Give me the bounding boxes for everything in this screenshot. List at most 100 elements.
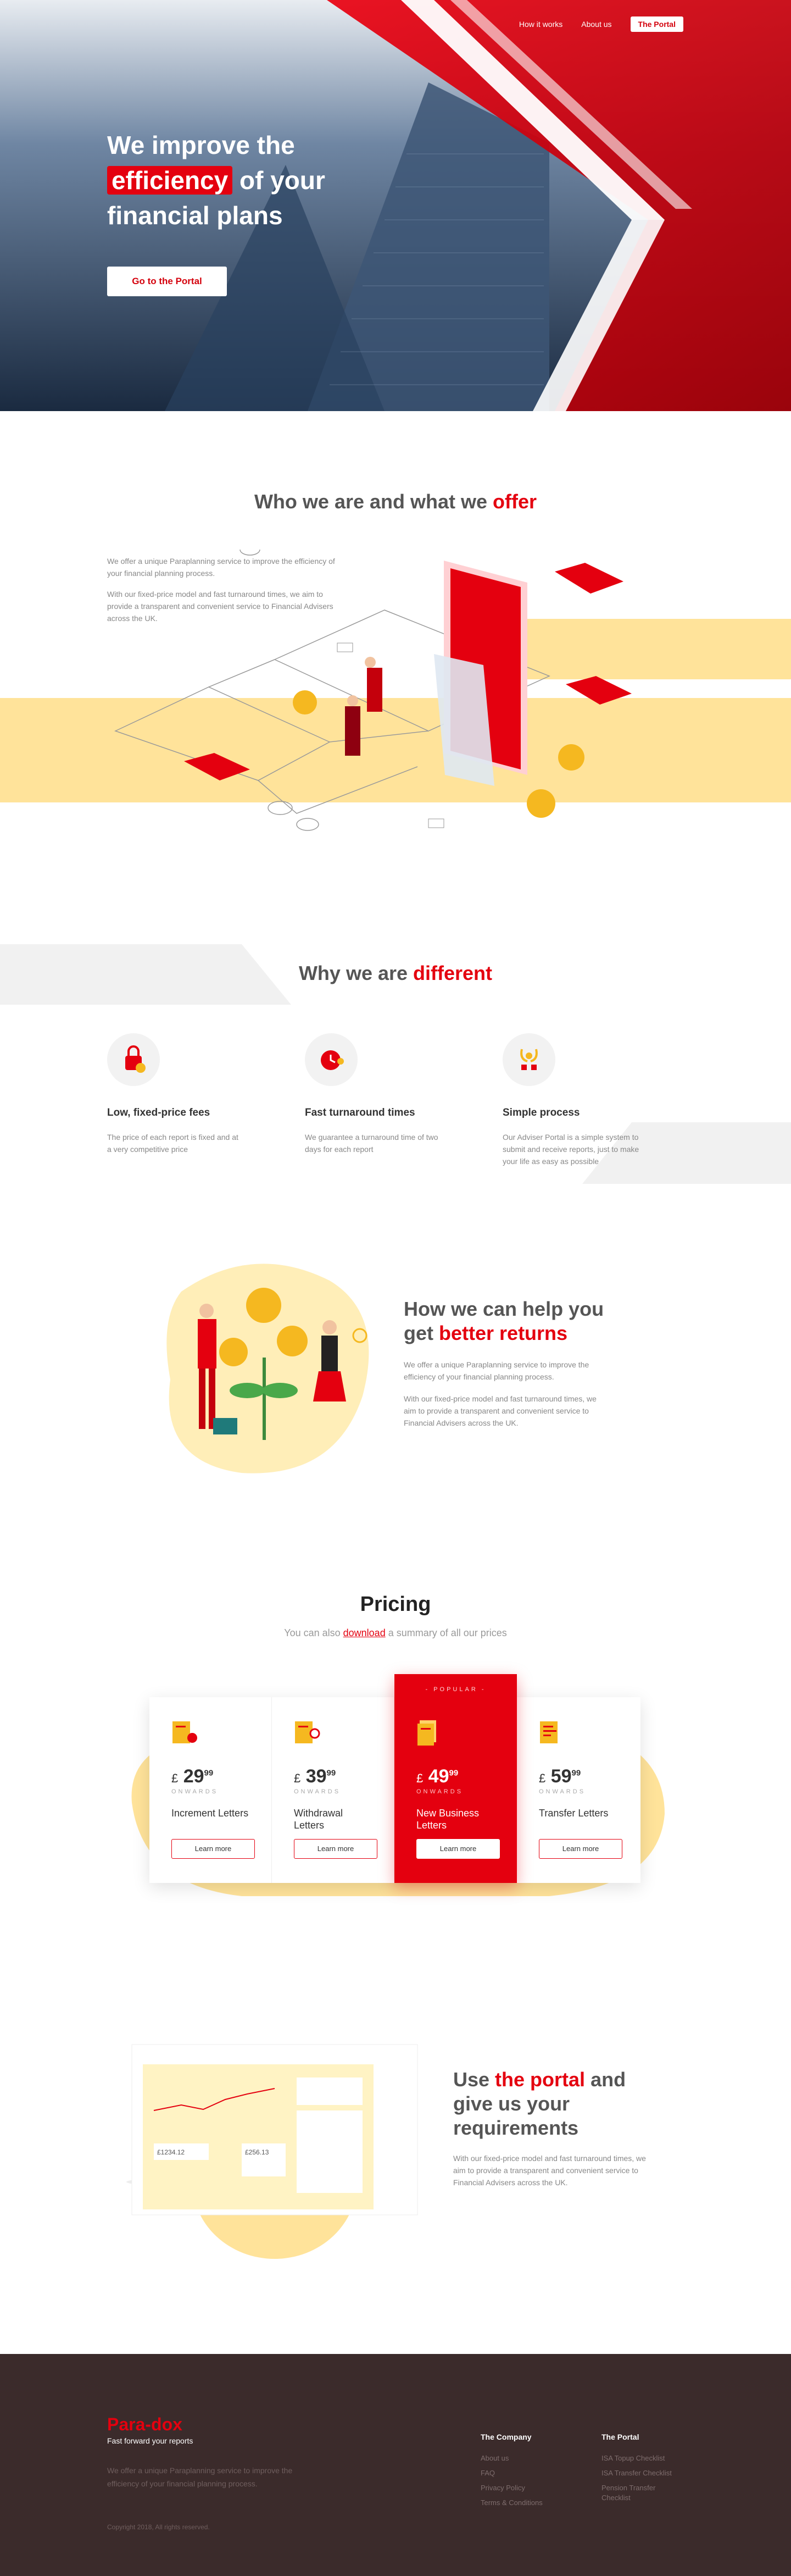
- onwards-label: ONWARDS: [416, 1788, 464, 1795]
- hero-title: We improve the efficiency of your financ…: [107, 128, 325, 233]
- letter-icon: [540, 1721, 558, 1743]
- help-text: How we can help you get better returns W…: [404, 1297, 607, 1439]
- price-cents: 99: [326, 1768, 336, 1778]
- plan-card-transfer: £ 5999 ONWARDS Transfer Letters Learn mo…: [517, 1697, 639, 1883]
- footer-tagline: Fast forward your reports: [107, 2436, 193, 2445]
- plan-card-increment: £ 2999 ONWARDS Increment Letters Learn m…: [149, 1697, 272, 1883]
- price-value: 39: [305, 1766, 327, 1787]
- footer-link-privacy[interactable]: Privacy Policy: [481, 2483, 569, 2493]
- letter-icon: [295, 1721, 320, 1743]
- price-cents: 99: [204, 1768, 214, 1778]
- footer-company-title: The Company: [481, 2433, 532, 2441]
- currency: £: [171, 1771, 179, 1785]
- pricing-title: Pricing: [360, 1593, 431, 1616]
- footer-link-terms[interactable]: Terms & Conditions: [481, 2498, 569, 2508]
- pricing-sub-after: a summary of all our prices: [385, 1627, 507, 1638]
- plan-card-new-business: - POPULAR - £ 4999 ONWARDS New Business …: [394, 1674, 517, 1883]
- footer: Para-dox Fast forward your reports We of…: [0, 2354, 791, 2576]
- dashboard-value-2: £256.13: [245, 2148, 269, 2156]
- different-title-plain: Why we are: [298, 962, 414, 984]
- footer-link-about[interactable]: About us: [481, 2453, 569, 2463]
- top-nav: How it works About us The Portal: [519, 16, 683, 32]
- footer-link-pension-transfer[interactable]: Pension Transfer Checklist: [601, 2483, 678, 2503]
- pricing-subtitle: You can also download a summary of all o…: [0, 1627, 791, 1639]
- learn-more-button[interactable]: Learn more: [539, 1839, 622, 1859]
- currency: £: [539, 1771, 546, 1785]
- feature-title: Low, fixed-price fees: [107, 1107, 210, 1118]
- page: How it works About us The Portal We impr…: [0, 0, 791, 2576]
- copyright: Copyright 2018, All rights reserved.: [107, 2523, 210, 2531]
- who-illustration: [0, 550, 791, 831]
- plan-name: New Business Letters: [416, 1808, 480, 1831]
- price-value: 49: [428, 1766, 449, 1787]
- nav-about-us[interactable]: About us: [581, 20, 611, 29]
- feature-card-turnaround: Fast turnaround times We guarantee a tur…: [305, 1033, 442, 1155]
- who-title-plain: Who we are and what we: [254, 490, 493, 513]
- footer-link-faq[interactable]: FAQ: [481, 2468, 569, 2478]
- footer-portal-column: The Portal ISA Topup Checklist ISA Trans…: [601, 2433, 678, 2508]
- hero-title-highlight: efficiency: [107, 166, 233, 195]
- plan-name: Withdrawal Letters: [294, 1808, 343, 1831]
- price-cents: 99: [449, 1768, 459, 1778]
- pricing-sub-before: You can also: [284, 1627, 343, 1638]
- different-title-red: different: [413, 962, 493, 984]
- learn-more-button[interactable]: Learn more: [171, 1839, 255, 1859]
- feature-text: We guarantee a turnaround time of two da…: [305, 1133, 438, 1154]
- price-cents: 99: [571, 1768, 581, 1778]
- footer-company-column: The Company About us FAQ Privacy Policy …: [481, 2433, 569, 2513]
- letter-icon: [417, 1720, 436, 1746]
- footer-description: We offer a unique Paraplanning service t…: [107, 2466, 293, 2488]
- letter-icon: [172, 1721, 197, 1743]
- hero-title-line1: We improve the: [107, 131, 295, 159]
- currency: £: [294, 1771, 301, 1785]
- currency: £: [416, 1771, 424, 1785]
- onwards-label: ONWARDS: [294, 1788, 341, 1795]
- download-link[interactable]: download: [343, 1627, 386, 1638]
- portal-title: Use the portal and give us your requirem…: [453, 2068, 651, 2140]
- hero-section: How it works About us The Portal We impr…: [0, 0, 791, 411]
- help-title-red: better returns: [439, 1322, 568, 1344]
- portal-title-red: the portal: [495, 2068, 586, 2091]
- feature-text: The price of each report is fixed and at…: [107, 1133, 238, 1154]
- portal-text: Use the portal and give us your requirem…: [453, 2068, 651, 2189]
- yellow-band-top: [483, 619, 791, 679]
- footer-link-isa-topup[interactable]: ISA Topup Checklist: [601, 2453, 678, 2463]
- plan-card-withdrawal: £ 3999 ONWARDS Withdrawal Letters Learn …: [272, 1697, 394, 1883]
- feature-title: Fast turnaround times: [305, 1107, 415, 1118]
- who-title: Who we are and what we offer: [0, 490, 791, 513]
- footer-portal-title: The Portal: [601, 2433, 639, 2441]
- go-to-portal-button[interactable]: Go to the Portal: [107, 267, 227, 296]
- onwards-label: ONWARDS: [539, 1788, 586, 1795]
- learn-more-button[interactable]: Learn more: [416, 1839, 500, 1859]
- who-title-red: offer: [493, 490, 537, 513]
- nav-how-it-works[interactable]: How it works: [519, 20, 562, 29]
- help-illustration: [166, 1264, 369, 1473]
- onwards-label: ONWARDS: [171, 1788, 219, 1795]
- different-title: Why we are different: [0, 962, 791, 985]
- footer-link-isa-transfer[interactable]: ISA Transfer Checklist: [601, 2468, 678, 2478]
- pricing-table: £ 2999 ONWARDS Increment Letters Learn m…: [149, 1674, 640, 1883]
- pricing-header: Pricing You can also download a summary …: [0, 1593, 791, 1639]
- plan-price: £ 3999: [294, 1766, 372, 1787]
- portal-screenshot-illustration: £1234.12 £256.13: [126, 2044, 418, 2259]
- learn-more-button[interactable]: Learn more: [294, 1839, 377, 1859]
- nav-portal-button[interactable]: The Portal: [630, 16, 683, 32]
- help-title: How we can help you get better returns: [404, 1297, 607, 1345]
- feature-text: Our Adviser Portal is a simple system to…: [503, 1133, 639, 1166]
- dashboard-value: £1234.12: [157, 2148, 185, 2156]
- lock-coin-icon: [107, 1033, 160, 1086]
- feature-title: Simple process: [503, 1107, 580, 1118]
- portal-paragraph: With our fixed-price model and fast turn…: [453, 2154, 646, 2187]
- portal-title-a: Use: [453, 2068, 495, 2091]
- popular-badge: - POPULAR -: [425, 1686, 486, 1693]
- feature-card-fees: Low, fixed-price fees The price of each …: [107, 1033, 244, 1155]
- price-value: 29: [183, 1766, 204, 1787]
- hero-title-line3: financial plans: [107, 201, 283, 230]
- help-paragraph-2: With our fixed-price model and fast turn…: [404, 1394, 597, 1427]
- plan-name: Increment Letters: [171, 1808, 249, 1819]
- plan-price: £ 4999: [416, 1766, 495, 1787]
- plan-price: £ 5999: [539, 1766, 617, 1787]
- price-value: 59: [550, 1766, 572, 1787]
- trophy-icon: [503, 1033, 555, 1086]
- footer-logo[interactable]: Para-dox: [107, 2414, 182, 2435]
